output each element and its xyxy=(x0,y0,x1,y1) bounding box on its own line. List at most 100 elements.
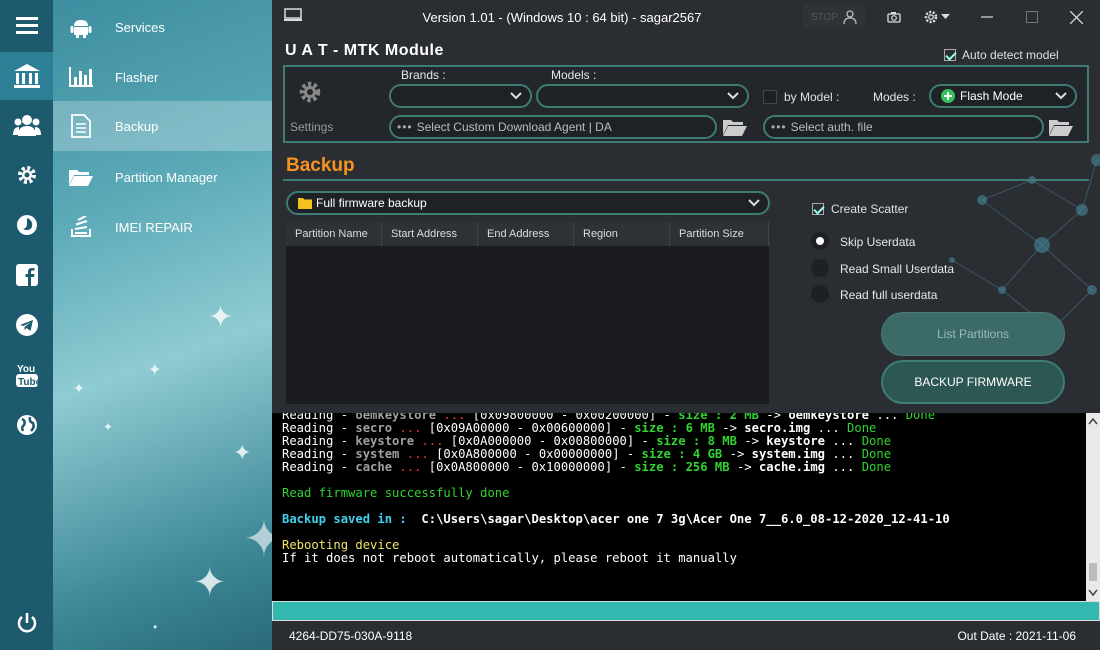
close-button[interactable] xyxy=(1064,5,1088,29)
create-scatter-checkbox[interactable]: Create Scatter xyxy=(812,202,908,216)
log-segment: [0x0A800000 - 0x00000000] - xyxy=(436,447,642,461)
log-segment: Rebooting device xyxy=(282,538,400,552)
status-bar: 4264-DD75-030A-9118 Out Date : 2021-11-0… xyxy=(272,621,1100,650)
modes-dropdown[interactable]: Flash Mode xyxy=(929,84,1077,108)
log-segment: [0x09A00000 - 0x00600000] - xyxy=(428,421,635,435)
nav-item-imei-repair[interactable]: IMEI REPAIR xyxy=(53,202,272,252)
radio-label: Read full userdata xyxy=(840,288,938,302)
firefox-icon[interactable] xyxy=(0,202,53,248)
log-segment: Backup saved in : xyxy=(282,512,415,526)
chevron-down-icon xyxy=(727,92,739,100)
log-line: Read firmware successfully done xyxy=(282,486,509,500)
svg-text:Tube: Tube xyxy=(18,377,39,388)
backup-firmware-button[interactable]: BACKUP FIRMWARE xyxy=(881,360,1065,404)
nav-panel: ✦ ✦ ✦ ✦ ✦ ✦ ✦ • Services Flasher Backup … xyxy=(53,0,272,650)
log-segment: ... xyxy=(825,460,862,474)
gear-icon[interactable] xyxy=(0,152,53,198)
log-segment: ... xyxy=(392,460,429,474)
folder-icon xyxy=(298,198,312,209)
column-header[interactable]: Partition Size xyxy=(670,222,769,246)
users-icon[interactable] xyxy=(0,102,53,148)
serial-number: 4264-DD75-030A-9118 xyxy=(289,629,413,643)
main-window: Version 1.01 - (Windows 10 : 64 bit) - s… xyxy=(272,0,1100,650)
nav-item-backup[interactable]: Backup xyxy=(53,101,272,151)
log-scrollbar[interactable] xyxy=(1086,413,1100,601)
log-segment: size : 4 GB xyxy=(641,447,723,461)
nav-item-services[interactable]: Services xyxy=(53,2,272,52)
document-icon xyxy=(53,114,109,138)
camera-icon[interactable] xyxy=(882,5,906,29)
settings-gear-icon[interactable] xyxy=(298,80,322,109)
column-header[interactable]: Start Address xyxy=(382,222,478,246)
maximize-icon xyxy=(1026,11,1038,23)
divider xyxy=(283,179,1089,181)
log-segment: Reading - xyxy=(282,421,356,435)
minimize-icon xyxy=(981,16,993,18)
log-line: Reading - secro ... [0x09A00000 - 0x0060… xyxy=(282,421,876,435)
stop-button[interactable]: STOP xyxy=(803,5,865,29)
brands-label: Brands : xyxy=(401,68,446,82)
minimize-button[interactable] xyxy=(975,5,999,29)
telegram-icon[interactable] xyxy=(0,302,53,348)
maximize-button[interactable] xyxy=(1020,5,1044,29)
module-title: U A T - MTK Module xyxy=(285,42,444,59)
models-label: Models : xyxy=(551,68,597,82)
plus-circle-icon xyxy=(941,89,955,103)
da-input[interactable]: ••• Select Custom Download Agent | DA xyxy=(389,115,717,139)
title-bar: Version 1.01 - (Windows 10 : 64 bit) - s… xyxy=(272,0,1100,34)
log-segment: Done xyxy=(847,421,877,435)
nav-item-flasher[interactable]: Flasher xyxy=(53,52,272,102)
by-model-checkbox[interactable]: by Model : xyxy=(763,90,839,104)
read-small-userdata-radio[interactable]: Read Small Userdata xyxy=(811,259,971,279)
log-segment: Done xyxy=(861,434,892,448)
radio-label: Read Small Userdata xyxy=(840,262,955,276)
youtube-icon[interactable]: You Tube xyxy=(0,352,53,398)
log-segment: ... xyxy=(825,447,862,461)
list-partitions-button[interactable]: List Partitions xyxy=(881,312,1065,356)
log-segment: Reading - xyxy=(282,447,356,461)
column-header[interactable]: Region xyxy=(574,222,670,246)
chevron-up-icon xyxy=(1088,417,1098,425)
auto-detect-checkbox[interactable]: Auto detect model xyxy=(944,48,1059,62)
close-icon xyxy=(1069,10,1083,24)
settings-dropdown-button[interactable] xyxy=(920,5,954,29)
log-segment: Reading - xyxy=(282,434,356,448)
chevron-down-icon xyxy=(1055,92,1067,100)
nav-item-label: IMEI REPAIR xyxy=(115,219,193,235)
icon-sidebar: You Tube xyxy=(0,0,53,650)
log-segment: ... xyxy=(392,421,429,435)
bank-icon[interactable] xyxy=(0,52,53,100)
chevron-down-icon xyxy=(748,199,760,207)
facebook-icon[interactable] xyxy=(0,252,53,298)
progress-fill xyxy=(273,602,1099,620)
log-line: Reading - keystore ... [0x0A000000 - 0x0… xyxy=(282,434,891,448)
read-full-userdata-radio[interactable]: Read full userdata xyxy=(811,285,971,305)
progress-bar xyxy=(272,601,1100,621)
skip-userdata-radio[interactable]: Skip Userdata xyxy=(811,232,971,252)
folder-open-icon[interactable] xyxy=(1048,117,1074,142)
log-segment: ... xyxy=(825,434,862,448)
log-segment: cache.img xyxy=(758,460,825,474)
auto-detect-label: Auto detect model xyxy=(962,48,1059,62)
radio-icon xyxy=(811,259,829,277)
scrollbar-thumb[interactable] xyxy=(1089,563,1097,581)
nav-item-label: Flasher xyxy=(115,69,159,85)
create-scatter-label: Create Scatter xyxy=(831,202,909,216)
column-header[interactable]: End Address xyxy=(478,222,574,246)
power-icon[interactable] xyxy=(0,600,53,646)
column-header[interactable]: Partition Name xyxy=(286,222,382,246)
folder-open-icon[interactable] xyxy=(722,117,748,142)
by-model-label: by Model : xyxy=(784,90,840,104)
log-segment: [0x0A800000 - 0x10000000] - xyxy=(428,460,635,474)
modes-value: Flash Mode xyxy=(960,89,1023,103)
log-segment: keystore xyxy=(355,434,415,448)
auth-file-input[interactable]: ••• Select auth. file xyxy=(763,115,1044,139)
backup-type-dropdown[interactable]: Full firmware backup xyxy=(286,191,770,215)
log-line: Backup saved in : C:\Users\sagar\Desktop… xyxy=(282,512,950,526)
models-dropdown[interactable] xyxy=(536,84,749,108)
log-segment: -> xyxy=(722,447,752,461)
globe-icon[interactable] xyxy=(0,402,53,448)
brands-dropdown[interactable] xyxy=(389,84,532,108)
nav-item-partition-manager[interactable]: Partition Manager xyxy=(53,152,272,202)
menu-icon[interactable] xyxy=(0,2,53,48)
